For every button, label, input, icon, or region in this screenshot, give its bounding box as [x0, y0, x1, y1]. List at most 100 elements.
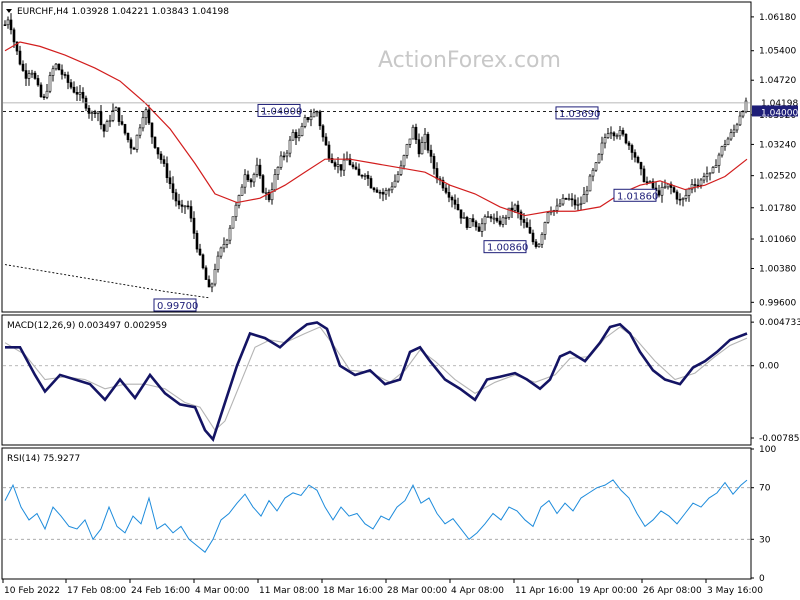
chart-canvas: ActionForex.com EURCHF,H4 1.03928 1.0422…	[0, 0, 800, 600]
candle-body	[33, 72, 37, 79]
macd-panel-title: MACD(12,26,9) 0.003497 0.002959	[7, 321, 167, 331]
candle-body	[150, 122, 154, 138]
candle-body	[672, 187, 676, 193]
candle-body	[81, 91, 85, 99]
candle-body	[72, 86, 76, 93]
x-tick-label: 4 Apr 08:00	[451, 586, 504, 596]
candle-body	[432, 156, 436, 169]
candle-body	[453, 199, 457, 205]
candle-body	[234, 204, 238, 218]
candle-body	[633, 152, 637, 158]
candle-body	[447, 192, 451, 198]
candle-body	[504, 217, 508, 219]
candle-body	[135, 134, 139, 150]
candle-body	[618, 130, 622, 137]
candle-body	[459, 209, 463, 219]
candle-body	[600, 142, 604, 155]
candle-body	[513, 204, 517, 211]
rsi-tick-label: 0	[759, 574, 765, 584]
x-tick-label: 10 Feb 2022	[4, 586, 60, 596]
candle-body	[456, 204, 460, 211]
candle-body	[591, 169, 595, 177]
candle-body	[741, 111, 745, 117]
candle-body	[534, 241, 538, 247]
candle-body	[21, 63, 25, 71]
candle-body	[333, 162, 337, 167]
candle-body	[585, 190, 589, 195]
candle-body	[546, 212, 550, 223]
candle-body	[450, 197, 454, 201]
candle-body	[639, 162, 643, 170]
candle-body	[186, 205, 190, 208]
candle-body	[693, 184, 697, 186]
candle-body	[687, 188, 691, 196]
candle-body	[309, 116, 313, 121]
candle-body	[582, 194, 586, 204]
candle-body	[702, 176, 706, 181]
x-tick-label: 26 Apr 08:00	[643, 586, 702, 596]
candle-body	[231, 216, 235, 229]
candle-body	[114, 107, 118, 111]
candle-body	[207, 279, 211, 288]
candle-body	[324, 136, 328, 146]
candle-body	[636, 156, 640, 163]
candle-body	[576, 204, 580, 206]
candle-body	[540, 234, 544, 245]
candle-body	[732, 129, 736, 134]
candle-body	[27, 73, 31, 79]
candle-body	[99, 111, 103, 126]
candle-body	[288, 139, 292, 154]
price-tick-label: 1.01780	[759, 204, 796, 214]
candle-body	[465, 217, 469, 228]
candle-body	[273, 174, 277, 191]
candle-body	[318, 111, 322, 127]
candle-body	[177, 200, 181, 206]
candle-body	[411, 126, 415, 140]
candle-body	[558, 203, 562, 207]
candle-body	[468, 218, 472, 228]
candle-body	[663, 186, 667, 189]
candle-body	[39, 84, 43, 97]
candle-body	[66, 74, 70, 83]
candle-body	[699, 179, 703, 186]
candle-body	[30, 72, 34, 75]
candle-body	[420, 142, 424, 155]
candle-body	[18, 50, 22, 65]
candle-body	[36, 78, 40, 86]
candle-body	[621, 130, 625, 135]
candle-body	[108, 120, 112, 123]
candle-body	[564, 197, 568, 200]
candle-body	[528, 226, 532, 234]
candle-body	[63, 74, 67, 76]
candle-body	[201, 254, 205, 269]
candle-body	[378, 191, 382, 194]
candle-body	[327, 144, 331, 159]
price-tick-label: 1.05400	[759, 47, 796, 57]
candle-body	[285, 152, 289, 157]
candle-body	[69, 82, 73, 88]
candle-body	[612, 132, 616, 137]
watermark-text: ActionForex.com	[378, 48, 561, 73]
candle-body	[705, 173, 709, 177]
candle-body	[192, 217, 196, 234]
x-tick-label: 17 Feb 08:00	[67, 586, 126, 596]
candle-body	[375, 189, 379, 193]
candle-body	[357, 168, 361, 176]
candle-body	[684, 194, 688, 199]
candle-body	[129, 139, 133, 149]
candle-body	[537, 243, 541, 247]
candle-body	[588, 175, 592, 192]
candle-body	[153, 136, 157, 148]
candle-body	[297, 135, 301, 139]
candle-body	[426, 133, 430, 151]
candle-body	[9, 19, 13, 31]
candle-body	[48, 75, 52, 92]
price-tick-label: 1.00380	[759, 264, 796, 274]
candle-body	[615, 135, 619, 138]
candle-body	[627, 142, 631, 146]
candle-body	[261, 175, 265, 193]
candle-body	[594, 162, 598, 171]
candle-body	[603, 137, 607, 144]
candle-body	[414, 126, 418, 140]
candle-body	[387, 189, 391, 192]
